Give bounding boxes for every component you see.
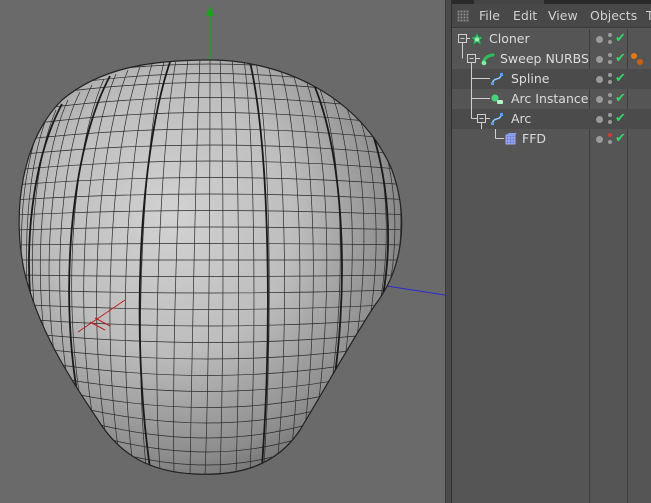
object-manager-menubar: File Edit View Objects T xyxy=(452,4,651,28)
render-visibility-dots[interactable] xyxy=(608,133,614,145)
visibility-dot[interactable] xyxy=(596,36,603,43)
sweep-nurbs-icon xyxy=(481,53,495,66)
render-visibility-dots[interactable] xyxy=(608,113,614,125)
visibility-dot[interactable] xyxy=(596,56,603,63)
menu-objects[interactable]: Objects xyxy=(590,8,637,24)
object-row-arc[interactable]: Arc ✔ xyxy=(452,109,651,129)
object-name[interactable]: FFD xyxy=(522,131,546,147)
sweep-mesh-object[interactable] xyxy=(12,58,410,476)
tree-branch-lines xyxy=(495,129,504,139)
menu-view[interactable]: View xyxy=(548,8,578,24)
enabled-checkmark-icon[interactable]: ✔ xyxy=(615,110,626,128)
arc-spline-icon xyxy=(491,113,503,125)
enabled-checkmark-icon[interactable]: ✔ xyxy=(615,130,626,148)
object-name[interactable]: Spline xyxy=(511,71,549,87)
enabled-checkmark-icon[interactable]: ✔ xyxy=(615,70,626,88)
enabled-checkmark-icon[interactable]: ✔ xyxy=(615,90,626,108)
render-visibility-dots[interactable] xyxy=(608,93,614,105)
object-row-ffd[interactable]: FFD ✔ xyxy=(452,129,651,149)
z-axis-line xyxy=(379,284,445,296)
visibility-dot[interactable] xyxy=(596,136,603,143)
object-row-cloner[interactable]: Cloner ✔ xyxy=(452,29,651,49)
spline-icon xyxy=(491,73,503,85)
object-list: Cloner ✔ Sweep NURBS ✔ Spline ✔ Arc Inst… xyxy=(452,29,651,503)
render-visibility-dots[interactable] xyxy=(608,33,614,45)
render-visibility-dots[interactable] xyxy=(608,53,614,65)
object-row-spline[interactable]: Spline ✔ xyxy=(452,69,651,89)
menu-overflow[interactable]: T xyxy=(646,8,651,24)
cloner-icon xyxy=(470,32,484,46)
visibility-dot[interactable] xyxy=(596,96,603,103)
panel-grip-icon[interactable] xyxy=(457,10,469,22)
object-row-sweep-nurbs[interactable]: Sweep NURBS ✔ xyxy=(452,49,651,69)
instance-icon xyxy=(491,94,503,104)
object-name[interactable]: Arc xyxy=(511,111,531,127)
visibility-dot[interactable] xyxy=(596,116,603,123)
object-name[interactable]: Arc Instance xyxy=(511,91,588,107)
enabled-checkmark-icon[interactable]: ✔ xyxy=(615,50,626,68)
menu-edit[interactable]: Edit xyxy=(513,8,537,24)
render-visibility-dots[interactable] xyxy=(608,73,614,85)
cinema4d-window: File Edit View Objects T Cloner ✔ Sweep … xyxy=(0,0,651,503)
panel-splitter[interactable] xyxy=(445,0,452,503)
visibility-dot[interactable] xyxy=(596,76,603,83)
3d-viewport[interactable] xyxy=(0,0,445,503)
phong-tag-icon[interactable] xyxy=(630,52,644,66)
object-name[interactable]: Sweep NURBS xyxy=(500,51,589,67)
enabled-checkmark-icon[interactable]: ✔ xyxy=(615,30,626,48)
object-manager-panel: File Edit View Objects T Cloner ✔ Sweep … xyxy=(452,0,651,503)
object-row-arc-instance[interactable]: Arc Instance ✔ xyxy=(452,89,651,109)
object-name[interactable]: Cloner xyxy=(489,31,530,47)
ffd-deformer-icon xyxy=(505,133,517,145)
y-axis-arrow xyxy=(206,6,214,16)
menu-file[interactable]: File xyxy=(479,8,500,24)
